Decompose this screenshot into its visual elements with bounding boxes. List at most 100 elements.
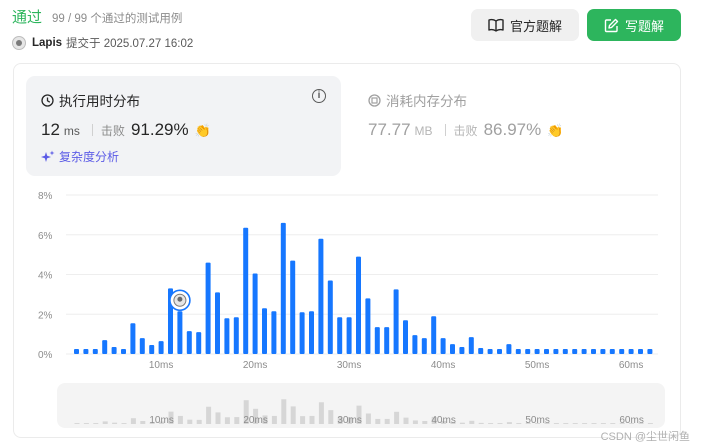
chart-bar [384, 327, 390, 354]
chart-bar [619, 349, 625, 354]
memory-beat-label: 击败 [453, 124, 478, 138]
chart-bar [121, 349, 126, 354]
sparkle-icon [41, 150, 55, 162]
user-avatar[interactable] [12, 36, 26, 50]
range-slider[interactable]: 10ms 20ms 30ms 40ms 50ms 60ms [57, 383, 665, 428]
avatar-head-icon [177, 296, 183, 302]
chart-bar [243, 227, 249, 354]
chart-bar [346, 317, 352, 354]
y-tick-label: 8% [38, 191, 53, 202]
runtime-title: 执行用时分布 [59, 94, 140, 109]
memory-panel[interactable]: 消耗内存分布 77.77 MB 击败 86.97% 👏 [368, 76, 668, 176]
slider-bar [384, 418, 390, 424]
slider-bar [516, 423, 522, 424]
chart-bar [628, 349, 634, 354]
clap-icon: 👏 [547, 123, 564, 138]
chart-bar [403, 320, 408, 354]
official-solution-button[interactable]: 官方题解 [471, 9, 579, 41]
result-header: 通过 99 / 99 个通过的测试用例 Lapis 提交于 2025.07.27… [12, 6, 682, 56]
chart-bar [515, 349, 521, 354]
chart-bar [393, 289, 399, 354]
chart-bar [215, 292, 220, 354]
slider-bar [93, 423, 99, 424]
divider [91, 124, 93, 136]
slider-bar [647, 423, 653, 424]
chart-bar [280, 222, 286, 354]
memory-value: 77.77 [368, 120, 411, 139]
chart-bar [431, 316, 437, 354]
slider-bar [187, 419, 193, 424]
chart-bar [591, 349, 596, 354]
slider-bar [328, 410, 334, 424]
x-tick-label: 20ms [243, 360, 267, 370]
runtime-distribution-chart[interactable]: 8% 6% 4% 2% 0% 10ms 20ms 30ms 40ms 50ms 60ms [14, 185, 674, 370]
slider-bar [488, 423, 494, 424]
chart-bar [468, 337, 474, 354]
slider-bar [422, 421, 428, 424]
slider-bar [365, 413, 371, 424]
x-tick-label: 40ms [431, 360, 455, 370]
chart-bar [177, 311, 183, 354]
chart-bar [478, 348, 484, 354]
official-solution-label: 官方题解 [509, 18, 562, 34]
chart-bar [374, 327, 380, 354]
complexity-analysis-label: 复杂度分析 [59, 150, 120, 164]
slider-bar [177, 415, 183, 424]
slider-bar [553, 423, 559, 424]
slider-bar [102, 421, 108, 424]
complexity-analysis-link[interactable]: 复杂度分析 [41, 148, 119, 165]
chart-bar [327, 280, 333, 354]
chart-bar [487, 349, 493, 354]
clock-icon [41, 93, 54, 107]
slider-bar [130, 418, 136, 424]
chart-bar [609, 349, 615, 354]
chart-bar [525, 349, 531, 354]
slider-tick-label: 30ms [337, 415, 361, 426]
tests-passed-text: 99 / 99 个通过的测试用例 [52, 13, 183, 25]
slider-bar [309, 415, 315, 424]
chart-bar [553, 349, 559, 354]
chart-bar [262, 308, 267, 354]
chart-bar [356, 256, 361, 354]
chart-bar [459, 347, 465, 354]
slider-bar [459, 422, 465, 424]
username-link[interactable]: Lapis [32, 37, 62, 49]
x-tick-label: 30ms [337, 360, 361, 370]
info-icon[interactable]: i [312, 89, 326, 103]
runtime-beat-value: 91.29% [130, 120, 189, 139]
chart-bar [130, 323, 136, 354]
chart-bar [149, 345, 155, 354]
chart-bar [233, 317, 239, 354]
chart-bar [600, 349, 606, 354]
slider-tick-label: 20ms [243, 415, 267, 426]
chart-bar [440, 338, 446, 354]
chart-bar [92, 349, 98, 354]
chart-bar [647, 349, 653, 354]
chart-bar [271, 311, 277, 354]
range-slider-preview: 10ms 20ms 30ms 40ms 50ms 60ms [74, 399, 653, 426]
status-text: 通过 [12, 9, 43, 26]
write-solution-button[interactable]: 写题解 [587, 9, 681, 41]
slider-bar [196, 419, 202, 424]
memory-chip-icon [368, 93, 381, 107]
slider-bar [140, 421, 146, 424]
slider-bar [506, 422, 512, 424]
chart-bar [337, 317, 343, 354]
runtime-unit: ms [63, 124, 80, 138]
y-tick-label: 0% [38, 350, 53, 361]
slider-bar [375, 418, 381, 424]
slider-bar [121, 423, 127, 424]
slider-bar [610, 423, 616, 424]
watermark: CSDN @尘世闲鱼 [600, 431, 690, 443]
x-tick-label: 50ms [525, 360, 549, 370]
book-icon [488, 18, 504, 32]
slider-bar [497, 423, 503, 424]
runtime-panel[interactable]: 执行用时分布 i 12 ms 击败 91.29% 👏 复杂度分析 [26, 76, 341, 176]
slider-bar [112, 422, 118, 424]
slider-bar [563, 423, 569, 424]
runtime-value: 12 [41, 120, 60, 139]
chart-bar [318, 238, 324, 354]
slider-bar [271, 415, 277, 424]
chart-bar [365, 298, 371, 354]
y-tick-label: 6% [38, 231, 53, 242]
